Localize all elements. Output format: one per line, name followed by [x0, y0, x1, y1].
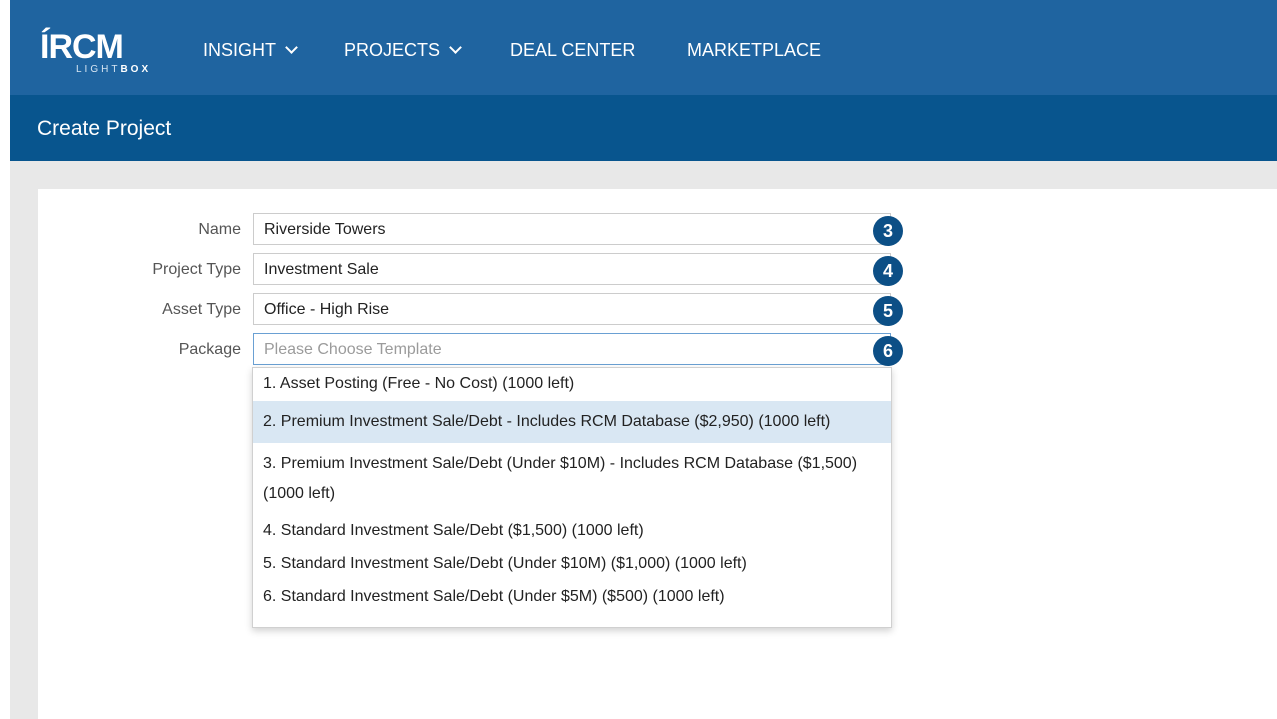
package-dropdown-list: 1. Asset Posting (Free - No Cost) (1000 … [252, 367, 892, 628]
nav-item-label: PROJECTS [344, 40, 441, 60]
chevron-down-icon [285, 41, 298, 54]
name-label: Name [198, 221, 241, 238]
package-option-4[interactable]: 4. Standard Investment Sale/Debt ($1,500… [253, 515, 891, 548]
nav-item-label: INSIGHT [203, 40, 277, 60]
project-type-field[interactable]: Investment Sale [253, 253, 891, 285]
page-title: Create Project [37, 117, 172, 140]
package-label: Package [178, 341, 241, 358]
nav-item-insight[interactable]: INSIGHT [203, 38, 298, 62]
asset-type-value: Office - High Rise [264, 301, 390, 318]
project-type-value: Investment Sale [264, 261, 379, 278]
logo-sub-bold: BOX [120, 64, 152, 75]
logo-subtitle: LIGHTBOX [76, 64, 151, 76]
package-option-1[interactable]: 1. Asset Posting (Free - No Cost) (1000 … [253, 368, 891, 401]
logo-sub-light: LIGHT [76, 64, 121, 75]
name-field[interactable]: Riverside Towers [253, 213, 891, 245]
asset-type-label: Asset Type [162, 301, 241, 318]
logo-mark: ÍRCM [40, 28, 124, 66]
chevron-down-icon [449, 41, 462, 54]
step-badge: 5 [873, 296, 903, 326]
asset-type-field[interactable]: Office - High Rise [253, 293, 891, 325]
package-option-5[interactable]: 5. Standard Investment Sale/Debt (Under … [253, 548, 891, 581]
page-header: Create Project [10, 95, 1277, 161]
top-navigation: ÍRCM LIGHTBOX INSIGHT PROJECTS DEAL CENT… [10, 0, 1277, 95]
package-placeholder: Please Choose Template [264, 341, 442, 358]
rcm-lightbox-logo[interactable]: ÍRCM LIGHTBOX [40, 28, 160, 80]
package-option-3[interactable]: 3. Premium Investment Sale/Debt (Under $… [253, 443, 891, 515]
package-option-2[interactable]: 2. Premium Investment Sale/Debt - Includ… [253, 401, 891, 443]
package-option-6[interactable]: 6. Standard Investment Sale/Debt (Under … [253, 581, 891, 614]
nav-item-deal-center[interactable]: DEAL CENTER [510, 38, 635, 62]
step-badge: 3 [873, 216, 903, 246]
step-badge: 6 [873, 336, 903, 366]
name-value: Riverside Towers [264, 221, 386, 238]
nav-item-projects[interactable]: PROJECTS [344, 38, 462, 62]
nav-item-label: MARKETPLACE [687, 40, 822, 60]
package-select[interactable]: Please Choose Template [253, 333, 891, 365]
nav-item-label: DEAL CENTER [510, 40, 636, 60]
project-type-label: Project Type [152, 261, 241, 278]
step-badge: 4 [873, 256, 903, 286]
nav-item-marketplace[interactable]: MARKETPLACE [687, 38, 821, 62]
